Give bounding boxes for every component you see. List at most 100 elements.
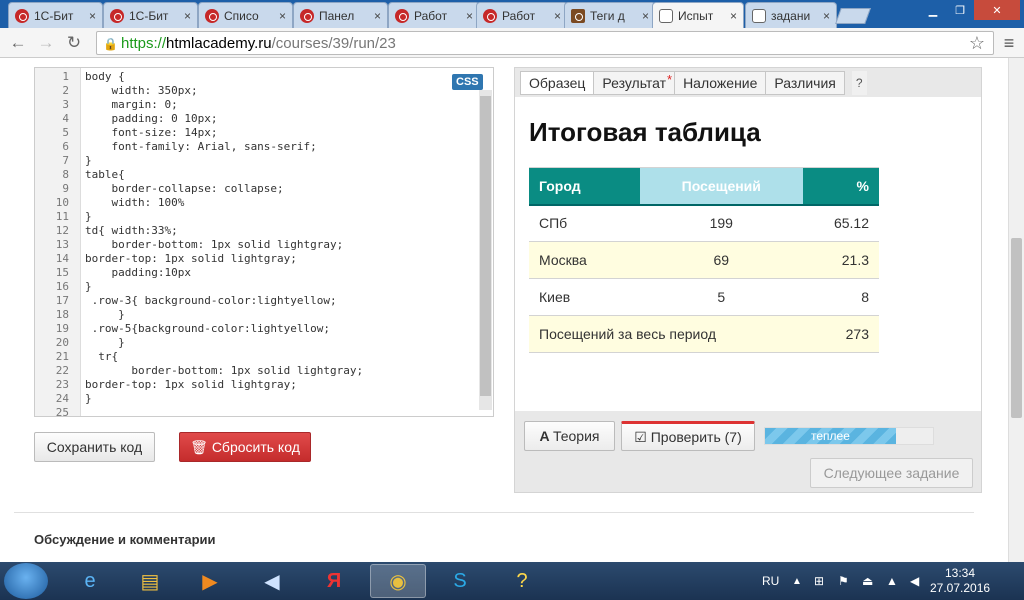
page-scroll-thumb[interactable]	[1011, 238, 1022, 418]
maximize-button[interactable]: ❐	[947, 0, 973, 20]
tray-arrow-icon[interactable]: ▲	[792, 562, 802, 600]
menu-icon[interactable]: ≡	[1000, 33, 1018, 53]
code-line[interactable]: 5 font-size: 14px;	[35, 126, 495, 140]
skype-icon[interactable]: S	[432, 564, 488, 598]
code-line[interactable]: 9 border-collapse: collapse;	[35, 182, 495, 196]
volume-app-icon[interactable]: ◀	[244, 564, 300, 598]
code-line[interactable]: 22 border-bottom: 1px solid lightgray;	[35, 364, 495, 378]
code-line[interactable]: 1 body {	[35, 70, 495, 84]
code-line[interactable]: 8 table{	[35, 168, 495, 182]
close-icon[interactable]: ×	[180, 9, 191, 23]
browser-tab[interactable]: Работ ×	[388, 2, 480, 28]
tab-sample[interactable]: Образец	[520, 71, 595, 95]
code-editor[interactable]: 1 body {2 width: 350px; 3 margin: 0; 4 padd…	[34, 67, 495, 420]
code-line[interactable]: 16}	[35, 280, 495, 294]
reload-icon[interactable]: ↻	[64, 33, 84, 53]
code-text: font-size: 14px;	[85, 126, 218, 139]
reset-code-button[interactable]: 🗑 Сбросить код	[179, 432, 311, 462]
action-center-icon[interactable]: ⚑	[838, 562, 849, 600]
windows-flag-icon[interactable]: ⊞	[814, 562, 824, 600]
code-line[interactable]: 3 margin: 0;	[35, 98, 495, 112]
line-number: 3	[62, 98, 69, 111]
volume-icon[interactable]: ◀	[910, 562, 919, 600]
code-line[interactable]: 18 }	[35, 308, 495, 322]
code-line[interactable]: 13 border-bottom: 1px solid lightgray;	[35, 238, 495, 252]
back-icon[interactable]: ←	[8, 33, 28, 53]
code-lines[interactable]: 1 body {2 width: 350px; 3 margin: 0; 4 padd…	[35, 70, 495, 420]
code-line[interactable]: 4 padding: 0 10px;	[35, 112, 495, 126]
theory-label: Теория	[552, 428, 600, 444]
table-cell: 273	[802, 315, 879, 353]
close-icon[interactable]: ×	[819, 9, 830, 23]
tab-overlay[interactable]: Наложение	[674, 71, 767, 95]
help-app-icon[interactable]: ?	[494, 564, 550, 598]
browser-tab[interactable]: 1С-Бит ×	[103, 2, 198, 28]
code-line[interactable]: 7}	[35, 154, 495, 168]
close-icon[interactable]: ×	[726, 9, 737, 23]
browser-tab[interactable]: Работ ×	[476, 2, 568, 28]
browser-tab[interactable]: Теги д ×	[564, 2, 656, 28]
close-icon[interactable]: ×	[275, 9, 286, 23]
next-task-button[interactable]: Следующее задание	[810, 458, 973, 488]
close-icon[interactable]: ×	[462, 9, 473, 23]
line-number: 5	[62, 126, 69, 139]
code-line[interactable]: 23 border-top: 1px solid lightgray;	[35, 378, 495, 392]
code-text: border-bottom: 1px solid lightgray;	[85, 238, 344, 251]
code-line[interactable]: 21 tr{	[35, 350, 495, 364]
code-line[interactable]: 17 .row-3{ background-color:lightyellow;	[35, 294, 495, 308]
close-icon[interactable]: ×	[550, 9, 561, 23]
tab-result[interactable]: Результат *	[593, 71, 676, 95]
table-row: СПб 199 65.12	[529, 204, 879, 242]
start-button[interactable]	[4, 563, 48, 599]
page-scrollbar[interactable]	[1008, 58, 1024, 562]
tab-label: Списо	[224, 8, 259, 23]
chrome-icon[interactable]: ◉	[370, 564, 426, 598]
code-line[interactable]: 10 width: 100%	[35, 196, 495, 210]
shield-icon	[659, 9, 673, 23]
editor-scroll-thumb[interactable]	[480, 96, 491, 396]
close-window-button[interactable]: ✕	[974, 0, 1020, 20]
browser-tab[interactable]: задани ×	[745, 2, 837, 28]
theory-button[interactable]: A Теория	[524, 421, 615, 451]
code-line[interactable]: 19 .row-5{background-color:lightyellow;	[35, 322, 495, 336]
usb-icon[interactable]: ⏏	[862, 562, 873, 600]
minimize-button[interactable]: ▁	[920, 0, 946, 20]
editor-scrollbar[interactable]	[479, 90, 492, 410]
discussion-heading[interactable]: Обсуждение и комментарии	[34, 532, 216, 547]
table-cell: Москва	[529, 241, 640, 279]
code-line[interactable]: 11}	[35, 210, 495, 224]
check-button[interactable]: ☑ Проверить (7)	[621, 421, 755, 451]
close-icon[interactable]: ×	[638, 9, 649, 23]
code-line[interactable]: 24}	[35, 392, 495, 406]
ie-icon[interactable]: e	[62, 564, 118, 598]
code-line[interactable]: 2 width: 350px;	[35, 84, 495, 98]
browser-tab-active[interactable]: Испыт ×	[652, 2, 744, 29]
code-line[interactable]: 12 td{ width:33%;	[35, 224, 495, 238]
yandex-icon[interactable]: Я	[306, 564, 362, 598]
code-line[interactable]: 6 font-family: Arial, sans-serif;	[35, 140, 495, 154]
network-icon[interactable]: ▲	[886, 562, 898, 600]
table-header-row: Город Посещений %	[529, 167, 879, 206]
new-tab-button[interactable]	[835, 8, 871, 24]
media-player-icon[interactable]: ▶	[182, 564, 238, 598]
language-indicator[interactable]: RU	[762, 562, 779, 600]
help-button[interactable]: ?	[851, 71, 867, 95]
browser-tab[interactable]: 1С-Бит ×	[8, 2, 103, 28]
code-line[interactable]: 20 }	[35, 336, 495, 350]
tab-result-label: Результат	[602, 75, 667, 91]
forward-icon[interactable]: →	[36, 33, 56, 53]
clock[interactable]: 13:34 27.07.2016	[930, 566, 990, 596]
browser-tab[interactable]: Панел ×	[293, 2, 388, 28]
browser-tab[interactable]: Списо ×	[198, 2, 293, 28]
close-icon[interactable]: ×	[85, 9, 96, 23]
save-code-button[interactable]: Сохранить код	[34, 432, 155, 462]
explorer-icon[interactable]: ▤	[122, 564, 178, 598]
code-line[interactable]: 15 padding:10px	[35, 266, 495, 280]
code-line[interactable]: 14 border-top: 1px solid lightgray;	[35, 252, 495, 266]
tab-diff[interactable]: Различия	[765, 71, 845, 95]
address-bar[interactable]: 🔒 https://htmlacademy.ru/courses/39/run/…	[96, 31, 994, 55]
bookmark-star-icon[interactable]: ☆	[969, 33, 985, 54]
close-icon[interactable]: ×	[370, 9, 381, 23]
code-text: border-top: 1px solid lightgray;	[85, 252, 297, 265]
code-line[interactable]: 25	[35, 406, 495, 420]
